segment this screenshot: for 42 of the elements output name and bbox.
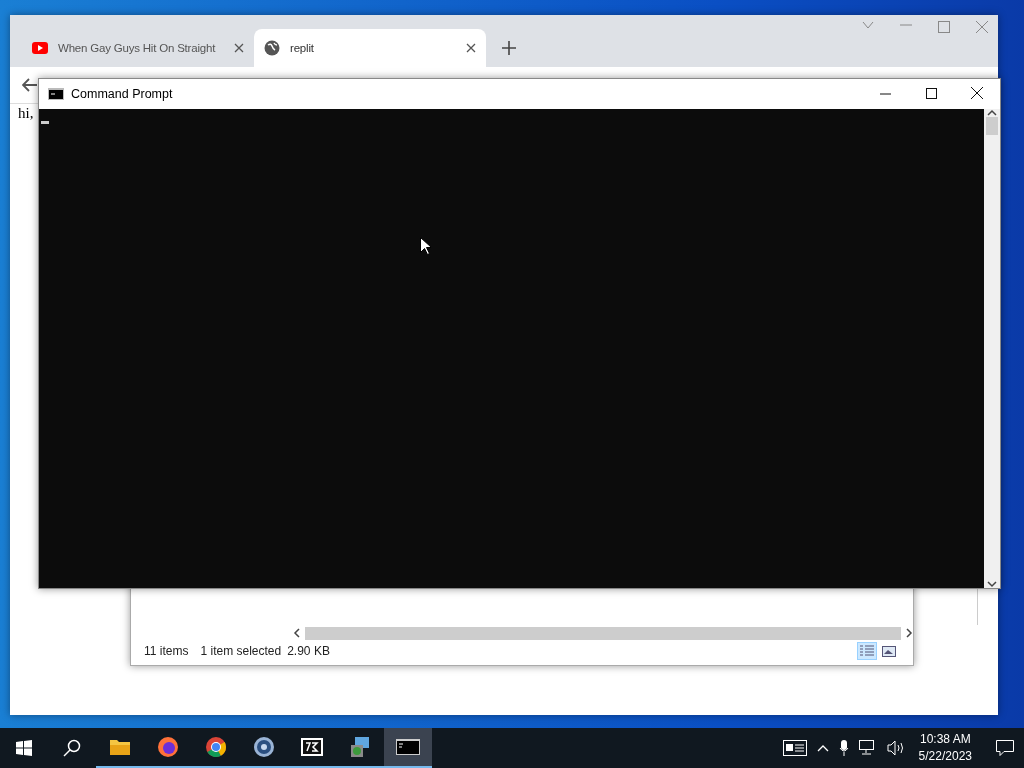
globe-icon xyxy=(264,40,280,56)
browser-tab[interactable]: When Gay Guys Hit On Straight xyxy=(22,29,254,67)
scrollbar-thumb[interactable] xyxy=(305,626,901,640)
video-icon xyxy=(32,42,48,54)
console-icon xyxy=(396,739,420,755)
text-cursor xyxy=(41,121,49,124)
close-icon[interactable] xyxy=(466,43,476,53)
windows-start-icon[interactable] xyxy=(16,740,32,756)
scroll-up-icon[interactable] xyxy=(987,109,997,117)
notification-icon[interactable] xyxy=(996,740,1014,756)
status-text: 1 item selected xyxy=(200,644,282,658)
speaker-icon[interactable] xyxy=(886,740,905,756)
clock-date: 5/22/2023 xyxy=(918,748,972,765)
status-text: 11 items xyxy=(144,644,189,658)
mouse-pointer-icon xyxy=(420,237,431,255)
microphone-icon[interactable] xyxy=(838,740,849,756)
console-icon xyxy=(48,88,64,100)
installer-icon xyxy=(349,736,371,758)
scroll-down-icon[interactable] xyxy=(987,580,997,588)
chrome-icon xyxy=(205,736,227,758)
clock-time: 10:38 AM xyxy=(919,731,971,748)
window-title: Command Prompt xyxy=(71,87,173,101)
network-icon[interactable] xyxy=(858,740,877,756)
new-tab-icon[interactable] xyxy=(502,41,516,55)
disc-icon xyxy=(253,736,275,758)
page-text: hi, xyxy=(18,105,34,122)
news-icon[interactable] xyxy=(782,740,807,756)
taskbar-clock[interactable]: 10:38 AM 5/22/2023 xyxy=(918,731,972,765)
close-icon[interactable] xyxy=(971,87,983,99)
scrollbar-thumb[interactable] xyxy=(986,117,998,135)
back-icon[interactable] xyxy=(22,78,38,92)
status-text: 2.90 KB xyxy=(287,644,330,658)
scroll-right-icon[interactable] xyxy=(905,628,913,638)
taskbar-app-button[interactable] xyxy=(384,728,432,768)
maximize-icon[interactable] xyxy=(925,88,937,99)
folder-icon xyxy=(109,738,131,756)
scroll-left-icon[interactable] xyxy=(293,628,301,638)
chevron-up-icon[interactable] xyxy=(816,744,829,752)
search-icon[interactable] xyxy=(63,739,81,757)
browser-tab[interactable]: replit xyxy=(254,29,486,67)
firefox-icon xyxy=(157,736,179,758)
archive-icon xyxy=(301,738,323,756)
